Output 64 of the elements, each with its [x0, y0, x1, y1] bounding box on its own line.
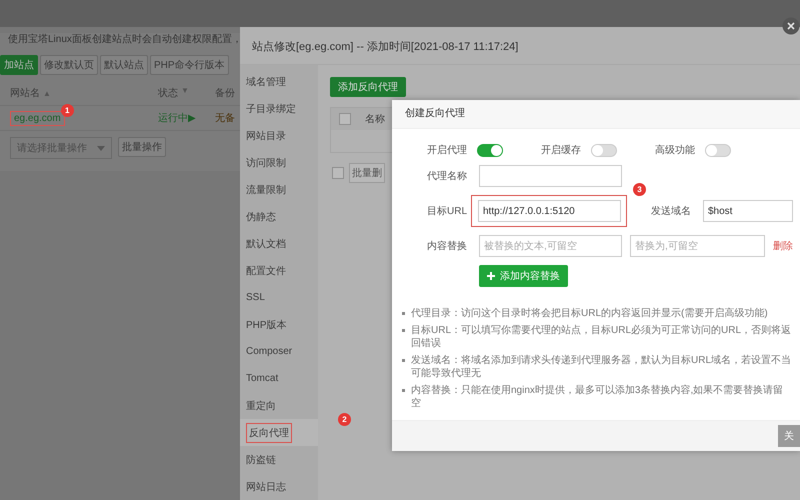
toolbar-button[interactable]: 修改默认页	[40, 55, 98, 75]
backup-text: 无备	[215, 113, 235, 124]
replace-from-field[interactable]: 被替换的文本,可留空	[479, 235, 622, 257]
toolbar-button[interactable]: 默认站点	[100, 55, 148, 75]
column-header[interactable]: 备份	[215, 88, 235, 99]
add-replace-button[interactable]: 添加内容替换	[479, 265, 568, 287]
note-text: 目标URL：可以填写你需要代理的站点，目标URL必须为可正常访问的URL，否则将返回错误	[411, 324, 792, 350]
toggle-switch[interactable]	[477, 144, 503, 156]
toggle-switch[interactable]	[705, 144, 731, 156]
bullet-icon	[402, 389, 405, 392]
note-text: 代理目录：访问这个目录时将会把目标URL的内容返回并显示(需要开启高级功能)	[411, 307, 768, 320]
notice-text: 使用宝塔Linux面板创建站点时会自动创建权限配置，	[8, 33, 242, 47]
sidebar-item[interactable]: 网站日志	[240, 473, 318, 500]
delete-link[interactable]: 删除	[773, 239, 793, 253]
bullet-icon	[402, 329, 405, 332]
bullet-icon	[402, 359, 405, 362]
sidebar-item[interactable]: 默认文档	[240, 230, 318, 257]
note-text: 内容替换：只能在使用nginx时提供，最多可以添加3条替换内容,如果不需要替换请留空	[411, 384, 784, 410]
column-header[interactable]: 网站名	[10, 86, 40, 100]
sidebar-item[interactable]: 防盗链	[240, 446, 318, 473]
proxy-name-field[interactable]	[479, 165, 622, 187]
close-button[interactable]: 关	[778, 425, 800, 447]
checkbox[interactable]	[339, 113, 351, 125]
sidebar-item[interactable]: 网站目录	[240, 122, 318, 149]
batch-delete-button[interactable]: 批量删	[349, 163, 385, 183]
annotation-badge: 2	[338, 413, 351, 426]
batch-button[interactable]: 批量操作	[118, 137, 166, 157]
toggle-switch[interactable]	[591, 144, 617, 156]
sidebar-item[interactable]: Composer	[240, 338, 318, 365]
sidebar-item[interactable]: SSL	[240, 284, 318, 311]
close-icon[interactable]	[782, 17, 800, 35]
sidebar-item[interactable]: 重定向	[240, 392, 318, 419]
bullet-icon	[402, 312, 405, 315]
checkbox[interactable]	[332, 167, 344, 179]
sidebar-item[interactable]: 访问限制	[240, 149, 318, 176]
note-text: 发送域名：将域名添加到请求头传递到代理服务器，默认为目标URL域名，若设置不当可能导致代理无	[411, 354, 792, 380]
toggle-label: 开启代理	[427, 144, 467, 157]
column-header[interactable]: 状态	[158, 86, 178, 100]
sidebar-item[interactable]: 子目录绑定	[240, 95, 318, 122]
plus-icon	[487, 272, 495, 280]
replace-to-field[interactable]: 替换为,可留空	[630, 235, 765, 257]
add-proxy-button[interactable]: 添加反向代理	[330, 77, 406, 97]
send-domain-field[interactable]: $host	[703, 200, 793, 222]
field-label: 发送域名	[651, 204, 692, 218]
field-label: 内容替换	[427, 240, 468, 253]
sidebar-item[interactable]: 配置文件	[240, 257, 318, 284]
annotation-badge: 1	[60, 104, 74, 116]
dialog-title: 创建反向代理	[392, 100, 800, 129]
sidebar-item[interactable]: 伪静态	[240, 203, 318, 230]
toggle-label: 高级功能	[655, 144, 695, 157]
sidebar-item[interactable]: 流量限制	[240, 176, 318, 203]
toolbar-button[interactable]: PHP命令行版本	[150, 55, 229, 75]
sidebar-item[interactable]: PHP版本	[240, 311, 318, 338]
sidebar-item[interactable]: 域名管理	[240, 68, 318, 95]
caret-icon	[97, 146, 105, 150]
field-label: 代理名称	[427, 170, 468, 183]
add-site-button[interactable]: 加站点	[0, 55, 38, 75]
toggle-label: 开启缓存	[541, 144, 581, 157]
field-label: 目标URL	[427, 204, 468, 218]
status-text: 运行中▶	[158, 112, 196, 125]
annotation-badge: 3	[633, 183, 646, 196]
column-header: 名称	[365, 113, 385, 126]
target-url-field[interactable]: http://127.0.0.1:5120	[478, 200, 621, 222]
sidebar-item[interactable]: Tomcat	[240, 365, 318, 392]
